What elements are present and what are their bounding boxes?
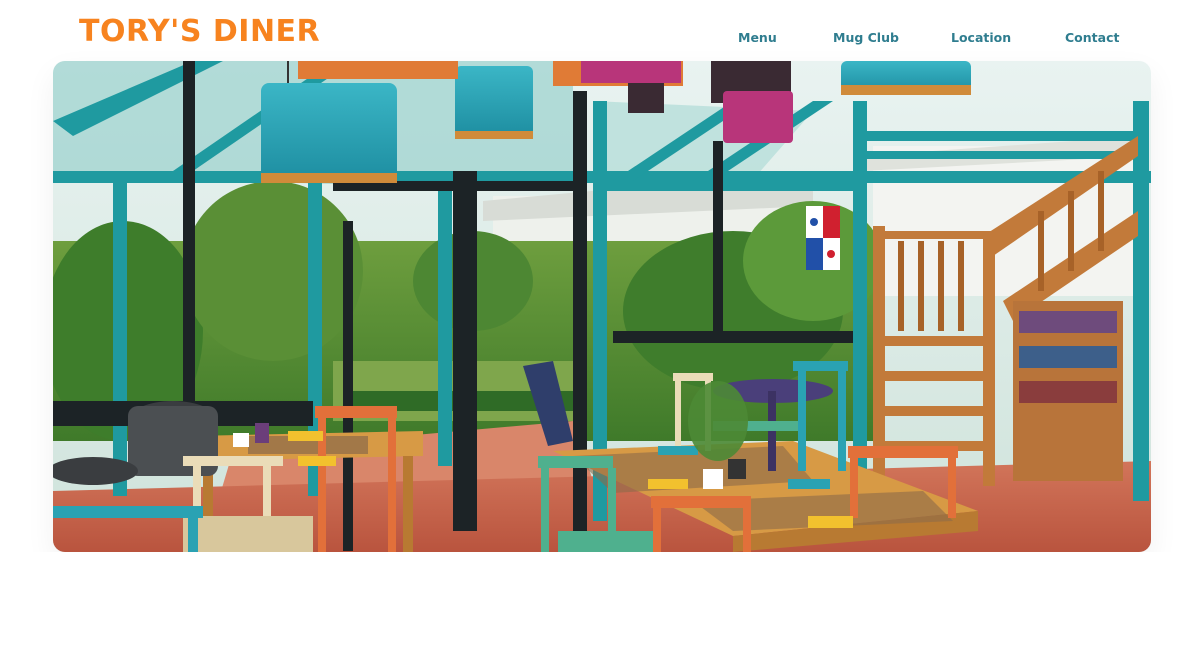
hero-image bbox=[53, 61, 1151, 552]
main-nav: Menu Mug Club Location Contact bbox=[700, 28, 1160, 50]
site-logo[interactable]: TORY'S DINER bbox=[79, 12, 320, 52]
nav-location-link[interactable]: Location bbox=[951, 28, 1011, 48]
hero-carousel[interactable] bbox=[53, 61, 1151, 552]
nav-contact-link[interactable]: Contact bbox=[1065, 28, 1119, 48]
nav-mug-club-link[interactable]: Mug Club bbox=[833, 28, 899, 48]
page: TORY'S DINER Menu Mug Club Location Cont… bbox=[0, 0, 1200, 650]
content-area bbox=[0, 552, 1200, 650]
nav-menu-link[interactable]: Menu bbox=[738, 28, 777, 48]
